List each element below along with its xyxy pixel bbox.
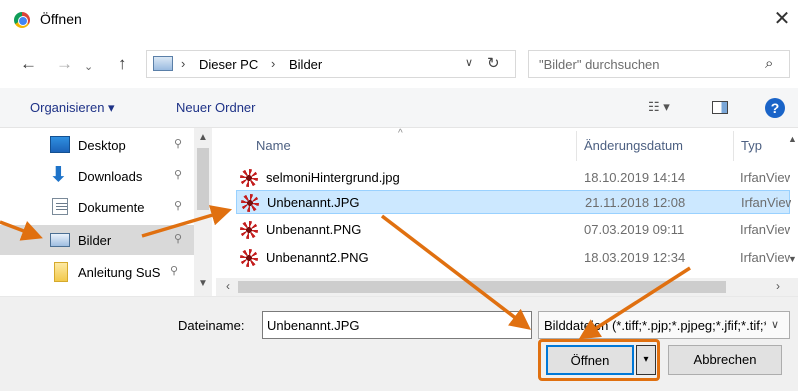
forward-arrow-icon[interactable]: → xyxy=(56,54,73,74)
scroll-down-icon[interactable]: ▼ xyxy=(788,254,797,264)
file-name: Unbenannt.PNG xyxy=(266,222,362,237)
column-divider[interactable] xyxy=(733,131,734,161)
cancel-button[interactable]: Abbrechen xyxy=(668,345,782,375)
column-header-date[interactable]: Änderungsdatum xyxy=(584,138,683,153)
file-type-filter-select[interactable]: Bilddateien (*.tiff;*.pjp;*.pjpeg;*.jfif… xyxy=(538,311,790,339)
irfanview-file-icon xyxy=(240,169,258,187)
dialog-title: Öffnen xyxy=(40,11,82,27)
sidebar-item-label: Downloads xyxy=(78,169,143,184)
scroll-right-icon[interactable]: › xyxy=(776,279,780,293)
sidebar-item-label: Dokumente xyxy=(78,200,145,215)
address-dropdown-icon[interactable]: ∨ xyxy=(465,56,473,69)
navigation-pane: Desktop ⚲ ⬇ Downloads ⚲ Dokumente ⚲ Bild… xyxy=(0,128,216,296)
up-arrow-icon[interactable]: ↑ xyxy=(118,54,127,74)
column-header-type[interactable]: Typ xyxy=(741,138,762,153)
pin-icon[interactable]: ⚲ xyxy=(174,168,182,181)
chrome-icon xyxy=(14,12,30,28)
close-icon[interactable]: ✕ xyxy=(770,6,794,32)
column-header-name[interactable]: Name xyxy=(256,138,291,153)
annotation-highlight-box xyxy=(538,339,660,381)
irfanview-file-icon xyxy=(240,249,258,267)
organize-menu-button[interactable]: Organisieren ▾ xyxy=(30,100,115,116)
pin-icon[interactable]: ⚲ xyxy=(174,199,182,212)
sidebar-item-pictures[interactable]: Bilder ⚲ xyxy=(0,225,194,255)
file-list-vertical-scrollbar[interactable]: ▲ ▼ xyxy=(786,128,798,278)
filename-value: Unbenannt.JPG xyxy=(267,318,360,333)
search-input[interactable]: "Bilder" durchsuchen ⌕ xyxy=(528,50,790,78)
view-options-icon[interactable]: ☷ ▾ xyxy=(648,99,670,115)
file-date: 18.03.2019 12:34 xyxy=(584,250,686,265)
file-name: Unbenannt.JPG xyxy=(267,195,360,210)
desktop-icon xyxy=(50,136,70,153)
file-type: IrfanView xyxy=(740,170,790,185)
file-date: 21.11.2018 12:08 xyxy=(585,195,686,210)
column-divider[interactable] xyxy=(576,131,577,161)
command-toolbar: Organisieren ▾ Neuer Ordner ☷ ▾ ? xyxy=(0,88,798,128)
irfanview-file-icon xyxy=(241,194,259,212)
scroll-up-icon[interactable]: ▲ xyxy=(198,132,208,143)
file-type: IrfanView xyxy=(741,195,791,210)
sidebar-item-label: Desktop xyxy=(78,138,126,153)
scroll-down-icon[interactable]: ▼ xyxy=(198,278,208,289)
address-bar[interactable]: › Dieser PC › Bilder ∨ ↻ xyxy=(146,50,516,78)
sort-ascending-icon: ^ xyxy=(398,128,403,139)
file-type: IrfanView xyxy=(740,250,790,265)
pin-icon[interactable]: ⚲ xyxy=(170,264,178,277)
sidebar-item-label: Anleitung SuS xyxy=(78,265,161,280)
search-placeholder: "Bilder" durchsuchen xyxy=(539,57,660,72)
navigation-scrollbar[interactable]: ▲ ▼ xyxy=(194,128,212,296)
recent-locations-chevron-icon[interactable]: ⌄ xyxy=(84,57,93,77)
scroll-left-icon[interactable]: ‹ xyxy=(226,279,230,293)
scroll-thumb[interactable] xyxy=(197,148,209,210)
breadcrumb-this-pc[interactable]: Dieser PC xyxy=(199,57,258,72)
help-icon[interactable]: ? xyxy=(765,98,785,118)
breadcrumb-chevron-icon[interactable]: › xyxy=(181,56,185,71)
file-date: 07.03.2019 09:11 xyxy=(584,222,685,237)
new-folder-button[interactable]: Neuer Ordner xyxy=(176,100,255,115)
file-name: Unbenannt2.PNG xyxy=(266,250,369,265)
search-icon[interactable]: ⌕ xyxy=(765,55,773,72)
table-row[interactable]: Unbenannt.PNG 07.03.2019 09:11 IrfanView xyxy=(236,218,790,242)
pictures-icon xyxy=(50,233,70,247)
sidebar-item-anleitung[interactable]: Anleitung SuS ⚲ xyxy=(0,257,194,287)
breadcrumb-chevron-icon[interactable]: › xyxy=(271,56,275,71)
file-type: IrfanView xyxy=(740,222,790,237)
table-row[interactable]: Unbenannt2.PNG 18.03.2019 12:34 IrfanVie… xyxy=(236,246,790,270)
irfanview-file-icon xyxy=(240,221,258,239)
table-row[interactable]: Unbenannt.JPG 21.11.2018 12:08 IrfanView xyxy=(236,190,791,214)
scroll-up-icon[interactable]: ▲ xyxy=(788,134,797,144)
file-type-filter-value: Bilddateien (*.tiff;*.pjp;*.pjpeg;*.jfif… xyxy=(544,318,766,333)
preview-pane-icon[interactable] xyxy=(712,101,728,114)
title-bar: Öffnen ✕ xyxy=(0,0,798,40)
file-list-horizontal-scrollbar[interactable]: ‹ › xyxy=(216,278,798,296)
pin-icon[interactable]: ⚲ xyxy=(174,137,182,150)
sidebar-item-documents[interactable]: Dokumente ⚲ xyxy=(0,192,194,222)
download-arrow-icon: ⬇ xyxy=(50,164,67,186)
sidebar-item-desktop[interactable]: Desktop ⚲ xyxy=(0,130,194,160)
scroll-thumb[interactable] xyxy=(238,281,726,293)
breadcrumb-pictures[interactable]: Bilder xyxy=(289,57,322,72)
file-name: selmoniHintergrund.jpg xyxy=(266,170,400,185)
refresh-icon[interactable]: ↻ xyxy=(487,54,500,72)
pc-folder-icon xyxy=(153,56,173,71)
sidebar-item-label: Bilder xyxy=(78,233,112,248)
table-row[interactable]: selmoniHintergrund.jpg 18.10.2019 14:14 … xyxy=(236,166,790,190)
sidebar-item-downloads[interactable]: ⬇ Downloads ⚲ xyxy=(0,161,194,191)
filename-label: Dateiname: xyxy=(178,318,245,333)
pin-icon[interactable]: ⚲ xyxy=(174,232,182,245)
document-icon xyxy=(52,198,68,215)
back-arrow-icon[interactable]: ← xyxy=(20,54,37,74)
folder-icon xyxy=(54,262,68,282)
chevron-down-icon: ∨ xyxy=(771,319,780,331)
file-date: 18.10.2019 14:14 xyxy=(584,170,686,185)
filename-dropdown-icon[interactable]: ∨ xyxy=(514,317,522,330)
filename-input[interactable]: Unbenannt.JPG xyxy=(262,311,532,339)
